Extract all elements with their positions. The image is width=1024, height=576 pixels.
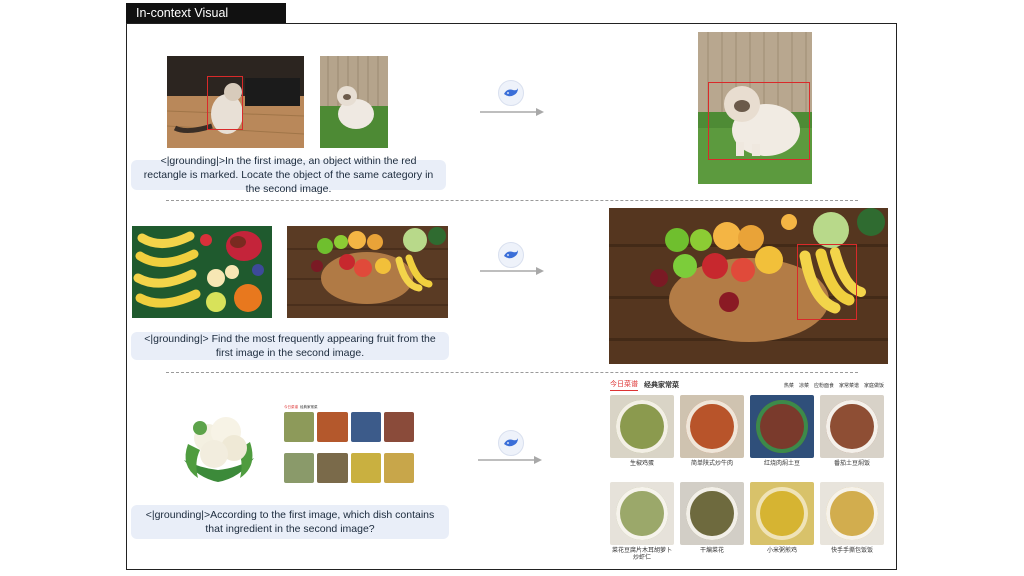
tab-classic-home-cooking: 经典家常菜 (644, 382, 679, 389)
row2-arrow-icon (480, 267, 544, 275)
dish-name: 菜花豆腐片木耳胡萝卜炒虾仁 (611, 548, 672, 561)
row2-output-image (609, 208, 888, 364)
row3-prompt: <|grounding|>According to the first imag… (131, 505, 449, 539)
dish-card: 红烧肉焖土豆 (750, 395, 814, 468)
model-logo-icon (498, 430, 524, 456)
row1-output-image (698, 32, 812, 184)
model-logo-icon (498, 80, 524, 106)
model-logo-icon (498, 242, 524, 268)
thumb-dish (317, 412, 348, 442)
nav-item: 热菜 (783, 382, 794, 389)
row-divider (166, 200, 858, 201)
dish-card: 小米粥煎鸡 (750, 482, 814, 562)
row3-input-image-cauliflower (178, 408, 260, 490)
row1-input-image-room-cat (167, 56, 304, 148)
dish-card: 干煸菜花 (680, 482, 744, 562)
dish-card: 生椒鸡蛋 (610, 395, 674, 468)
thumb-dish (317, 453, 348, 483)
dish-name: 快手手撕包饭饭 (830, 548, 873, 554)
tab-today-recipes: 今日菜谱 (610, 379, 638, 391)
dish-card: 菜花豆腐片木耳胡萝卜炒虾仁 (610, 482, 674, 562)
thumb-dish (284, 453, 315, 483)
nav-item: 应粉面食 (813, 382, 834, 389)
row2-prompt: <|grounding|> Find the most frequently a… (131, 332, 449, 360)
row3-arrow-icon (478, 456, 542, 464)
nav-item: 凉菜 (798, 382, 809, 389)
thumb-tab-classic: 经典家常菜 (300, 405, 318, 409)
dish-name: 小米粥煎鸡 (766, 548, 797, 554)
thumb-dish (350, 412, 381, 442)
row-divider (166, 372, 858, 373)
thumb-tab-today: 今日菜谱 (284, 405, 298, 409)
dish-card: 快手手撕包饭饭 (820, 482, 884, 562)
dish-name: 生椒鸡蛋 (629, 461, 654, 467)
dish-name: 红烧肉焖土豆 (763, 461, 800, 467)
row2-input-image-fruit-flatlay (132, 226, 272, 318)
nav-item: 家常菜谱 (838, 382, 859, 389)
dish-name: 干煸菜花 (699, 548, 724, 554)
dish-card: 简单陕式炒牛肉 (680, 395, 744, 468)
thumb-dish (383, 453, 414, 483)
dish-name: 番茄土豆焖饭 (833, 461, 870, 467)
dish-card: 番茄土豆焖饭 (820, 395, 884, 468)
row2-input-image-fruit-board (287, 226, 448, 318)
dish-name: 简单陕式炒牛肉 (690, 461, 733, 467)
row1-input-image-garden-cat (320, 56, 388, 148)
section-title: In-context Visual Grounding (126, 3, 286, 40)
thumb-dish (383, 412, 414, 442)
row3-input-image-recipe-site: 今日菜谱 经典家常菜 (282, 404, 416, 494)
nav-item: 家庭做饭 (863, 382, 884, 389)
row1-prompt: <|grounding|>In the first image, an obje… (131, 155, 446, 195)
row1-arrow-icon (480, 108, 544, 116)
row3-output-recipe-site: 今日菜谱 经典家常菜 热菜 凉菜 应粉面食 家常菜谱 家庭做饭 生椒鸡蛋 简单陕… (608, 378, 886, 568)
thumb-dish (284, 412, 315, 442)
thumb-dish (350, 453, 381, 483)
